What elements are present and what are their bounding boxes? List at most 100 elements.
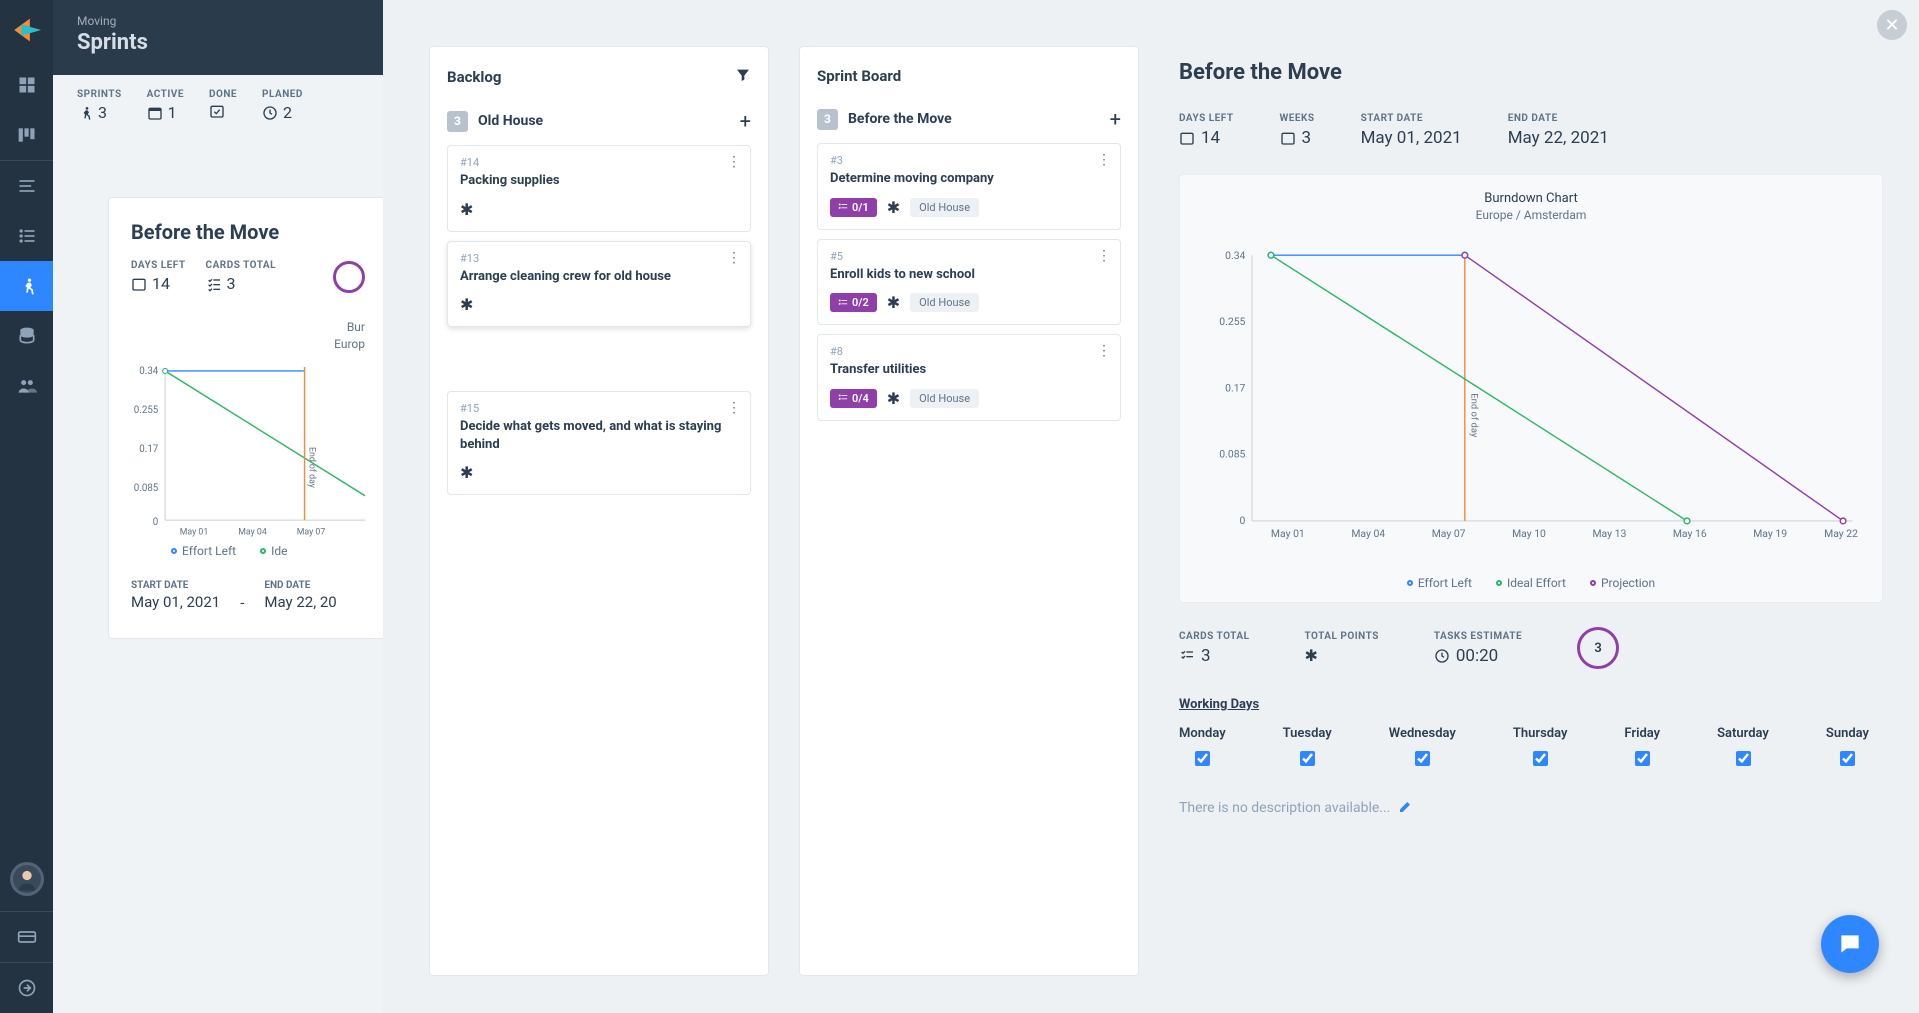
edit-description-button[interactable] (1398, 798, 1414, 818)
checklist-icon (838, 202, 848, 212)
ticket-id: #13 (460, 252, 738, 265)
svg-text:May 10: May 10 (1512, 527, 1546, 540)
card-menu-button[interactable]: ⋮ (1097, 248, 1110, 264)
card-menu-button[interactable]: ⋮ (727, 400, 740, 416)
user-avatar[interactable] (10, 862, 44, 896)
sprint-title: Before the Move (1179, 60, 1883, 85)
tag-pill: Old House (910, 198, 979, 217)
chat-button[interactable] (1821, 915, 1879, 973)
clock-icon (1434, 648, 1450, 664)
ticket-title: Decide what gets moved, and what is stay… (460, 418, 738, 453)
ticket-title: Enroll kids to new school (830, 266, 1108, 284)
sprint-detail-panel: Before the Move DAYS LEFT14 WEEKS3 START… (1169, 46, 1919, 983)
svg-text:0.34: 0.34 (1225, 249, 1245, 262)
svg-text:0.085: 0.085 (1219, 448, 1245, 461)
group-name: Old House (478, 113, 543, 129)
sprint-preview-title: Before the Move (131, 220, 365, 244)
asterisk-icon: ✱ (460, 463, 473, 482)
logout-icon (17, 978, 37, 998)
ticket-card[interactable]: ⋮#3Determine moving company0/1✱Old House (817, 143, 1121, 230)
working-days-title: Working Days (1179, 697, 1883, 712)
group-count: 3 (817, 109, 838, 130)
svg-text:0.255: 0.255 (134, 404, 159, 415)
working-day-checkbox[interactable] (1635, 751, 1650, 766)
working-day-checkbox[interactable] (1840, 751, 1855, 766)
tasks-pill: 0/1 (830, 198, 877, 217)
svg-text:0.17: 0.17 (1225, 381, 1245, 394)
add-card-button[interactable]: + (1110, 107, 1121, 131)
backlog-title: Backlog (447, 68, 501, 86)
svg-text:End of day: End of day (1468, 393, 1479, 438)
runner-icon (77, 105, 93, 121)
svg-text:May 19: May 19 (1753, 527, 1787, 540)
asterisk-icon: ✱ (887, 389, 900, 408)
ticket-card[interactable]: ⋮#15Decide what gets moved, and what is … (447, 391, 751, 495)
page-title: Sprints (77, 30, 359, 55)
app-logo[interactable] (0, 0, 53, 60)
ticket-card[interactable]: ⋮#5Enroll kids to new school0/2✱Old Hous… (817, 239, 1121, 326)
asterisk-icon: ✱ (887, 293, 900, 312)
working-day-checkbox[interactable] (1195, 751, 1210, 766)
ticket-title: Transfer utilities (830, 361, 1108, 379)
svg-text:0.17: 0.17 (139, 443, 159, 454)
description-row: There is no description available... (1179, 798, 1883, 818)
logo-icon (10, 13, 44, 47)
nav-grid[interactable] (0, 60, 53, 110)
ticket-card[interactable]: ⋮#13Arrange cleaning crew for old house✱ (447, 241, 751, 328)
calendar-icon (1280, 130, 1296, 146)
asterisk-icon: ✱ (460, 295, 473, 314)
group-name: Before the Move (848, 111, 952, 127)
ticket-title: Determine moving company (830, 170, 1108, 188)
svg-text:May 04: May 04 (1351, 527, 1385, 540)
nav-db[interactable] (0, 311, 53, 361)
checklist-icon (206, 276, 222, 292)
tasks-pill: 0/4 (830, 389, 877, 408)
nav-card[interactable] (0, 912, 53, 962)
board-title: Sprint Board (817, 67, 901, 85)
ticket-title: Packing supplies (460, 172, 738, 190)
svg-text:May 07: May 07 (1432, 527, 1466, 540)
nav-boards[interactable] (0, 110, 53, 160)
card-menu-button[interactable]: ⋮ (1097, 343, 1110, 359)
working-day-sunday: Sunday (1826, 726, 1869, 770)
nav-team[interactable] (0, 361, 53, 411)
clock-icon (262, 105, 278, 121)
mini-burndown-chart: BurEurop 0.34 0.255 0.17 0.085 0 End of … (131, 319, 365, 558)
working-day-saturday: Saturday (1717, 726, 1769, 770)
svg-text:May 01: May 01 (1271, 527, 1305, 540)
ticket-card[interactable]: ⋮#14Packing supplies✱ (447, 145, 751, 232)
board-group-header: 3 Before the Move + (817, 107, 1121, 131)
ticket-card[interactable]: ⋮#8Transfer utilities0/4✱Old House (817, 334, 1121, 421)
working-day-checkbox[interactable] (1415, 751, 1430, 766)
sprint-board-column: Sprint Board 3 Before the Move + ⋮#3Dete… (799, 46, 1139, 976)
chat-icon (1837, 931, 1863, 957)
nav-logout[interactable] (0, 963, 53, 1013)
card-menu-button[interactable]: ⋮ (727, 154, 740, 170)
asterisk-icon: ✱ (887, 198, 900, 217)
sprint-preview-card[interactable]: Before the Move DAYS LEFT 14 CARDS TOTAL… (108, 197, 388, 639)
nav-sprints[interactable] (0, 261, 53, 311)
stat-done: DONE (209, 89, 237, 122)
asterisk-icon: ✱ (460, 200, 473, 219)
nav-list[interactable] (0, 211, 53, 261)
list-icon (17, 226, 37, 246)
add-card-button[interactable]: + (740, 109, 751, 133)
stat-planned: PLANED 2 (262, 89, 303, 122)
close-button[interactable]: ✕ (1877, 10, 1907, 40)
nav-rail (0, 0, 53, 1013)
ticket-id: #5 (830, 250, 1108, 263)
svg-text:May 01: May 01 (180, 527, 209, 536)
pencil-icon (1398, 798, 1414, 814)
calendar-icon (1179, 130, 1195, 146)
card-menu-button[interactable]: ⋮ (1097, 152, 1110, 168)
boards-icon (17, 125, 37, 145)
card-menu-button[interactable]: ⋮ (727, 250, 740, 266)
working-day-checkbox[interactable] (1533, 751, 1548, 766)
working-day-checkbox[interactable] (1300, 751, 1315, 766)
filter-button[interactable] (735, 67, 751, 87)
working-day-checkbox[interactable] (1736, 751, 1751, 766)
nav-lines[interactable] (0, 161, 53, 211)
tasks-pill: 0/2 (830, 293, 877, 312)
working-day-wednesday: Wednesday (1389, 726, 1456, 770)
progress-ring (333, 261, 365, 293)
